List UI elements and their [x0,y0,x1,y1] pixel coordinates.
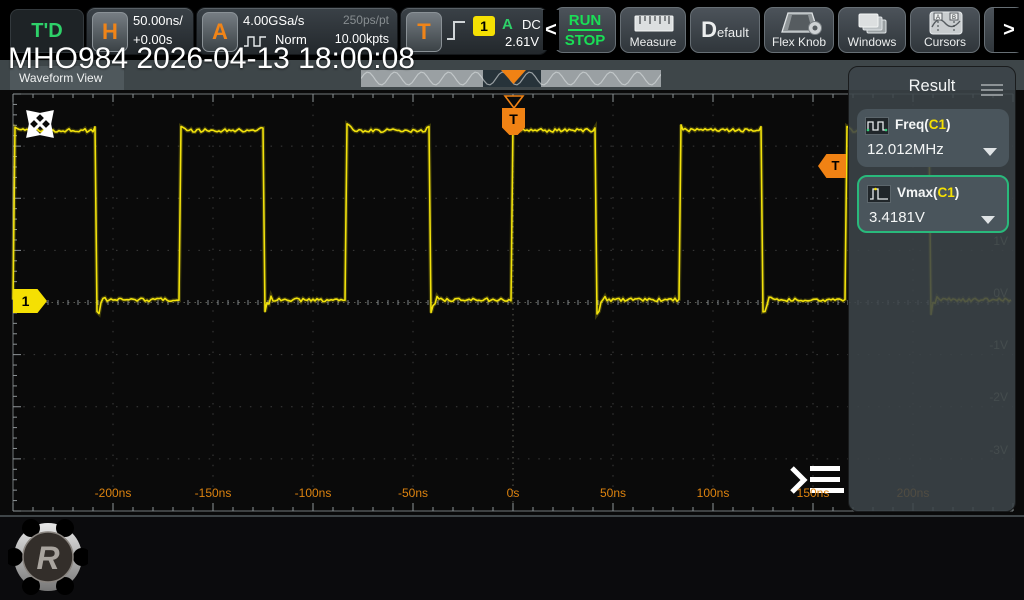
measurement-name: Vmax( [897,185,938,200]
measurement-card-freq[interactable]: Freq(C1) 12.012MHz [857,109,1009,167]
chevron-down-icon[interactable] [981,216,995,224]
svg-text:B: B [952,15,956,21]
vmax-measure-icon [867,185,891,203]
measurement-value: 12.012MHz [867,141,944,158]
memory-depth: 10.00kpts [335,32,389,46]
trigger-slope-icon [445,17,467,43]
acquisition-key-badge: A [202,12,238,52]
run-label: RUN [568,12,603,31]
flex-knob-button[interactable]: Flex Knob [764,7,834,53]
measurement-value: 3.4181V [869,209,925,226]
x-tick-label: 0s [507,486,520,500]
bottom-bar [0,515,1024,600]
chevron-down-icon[interactable] [983,148,997,156]
ruler-icon [634,15,674,33]
flex-knob-label: Flex Knob [765,35,833,49]
toolbar-scroll-right[interactable]: > [994,8,1024,52]
horizontal-settings[interactable]: H 50.00ns/ +0.00s [86,7,194,55]
trigger-position-pointer [503,95,525,110]
timebase-scale: 50.00ns/ [133,13,183,28]
x-tick-label: 150ns [797,486,830,500]
freq-measure-icon [865,117,889,135]
sample-interval: 250ps/pt [343,13,389,27]
trigger-position-flag[interactable]: T [502,108,525,135]
measurement-source: C1 [938,185,955,200]
measurement-name-close: ) [946,117,951,132]
measure-label: Measure [621,35,685,49]
trigger-sweep: A [502,16,513,33]
measurement-source: C1 [929,117,946,132]
rigol-logo: R [8,518,88,596]
x-tick-label: 50ns [600,486,626,500]
knob-icon [779,11,823,35]
trigger-status-indicator[interactable]: T'D [10,9,84,53]
acquisition-mode: Norm [275,32,307,47]
trigger-settings[interactable]: T 1 A DC 2.61V [400,7,548,55]
measurement-card-vmax[interactable]: Vmax(C1) 3.4181V [857,175,1009,233]
run-stop-button[interactable]: RUN STOP [554,7,616,53]
expand-icon[interactable] [24,108,56,140]
x-tick-label: -150ns [195,486,232,500]
timebase-offset: +0.00s [133,32,172,47]
top-bar: T'D H 50.00ns/ +0.00s A 4.00GSa/s Norm 2… [0,0,1024,60]
sample-rate: 4.00GSa/s [243,13,304,28]
cursors-icon: A B [929,11,963,35]
horizontal-position-bar[interactable] [361,70,661,87]
acquisition-settings[interactable]: A 4.00GSa/s Norm 250ps/pt 10.00kpts [196,7,398,55]
cursors-button[interactable]: A B Cursors [910,7,980,53]
measure-button[interactable]: Measure [620,7,686,53]
result-panel: Result Freq(C1) 12.012MHz Vmax(C1) 3.418… [848,66,1016,512]
toolbar-scroll-left[interactable]: < [543,10,559,50]
result-menu-icon[interactable] [981,84,1003,98]
svg-text:R: R [36,540,59,576]
tab-waveform-view[interactable]: Waveform View [10,66,124,90]
acquisition-mode-icon [243,34,269,48]
x-tick-label: -100ns [295,486,332,500]
windows-button[interactable]: Windows [838,7,906,53]
windows-icon [858,12,888,34]
default-button[interactable]: Default [690,7,760,53]
cursors-label: Cursors [911,35,979,49]
trigger-coupling: DC [522,17,541,32]
x-tick-label: 100ns [697,486,730,500]
default-label: Default [701,17,749,43]
svg-text:A: A [936,15,940,21]
oscilloscope-screen: -200ns -150ns -100ns -50ns 0s 50ns 100ns… [0,0,1024,600]
windows-label: Windows [839,35,905,49]
measurement-name: Freq( [895,117,929,132]
x-tick-label: -200ns [95,486,132,500]
measurement-name-close: ) [955,185,960,200]
trigger-key-badge: T [406,12,442,52]
trigger-level: 2.61V [505,34,539,49]
trigger-source-badge: 1 [473,16,495,36]
stop-label: STOP [555,32,615,49]
horizontal-key-badge: H [92,12,128,52]
x-tick-label: -50ns [398,486,428,500]
